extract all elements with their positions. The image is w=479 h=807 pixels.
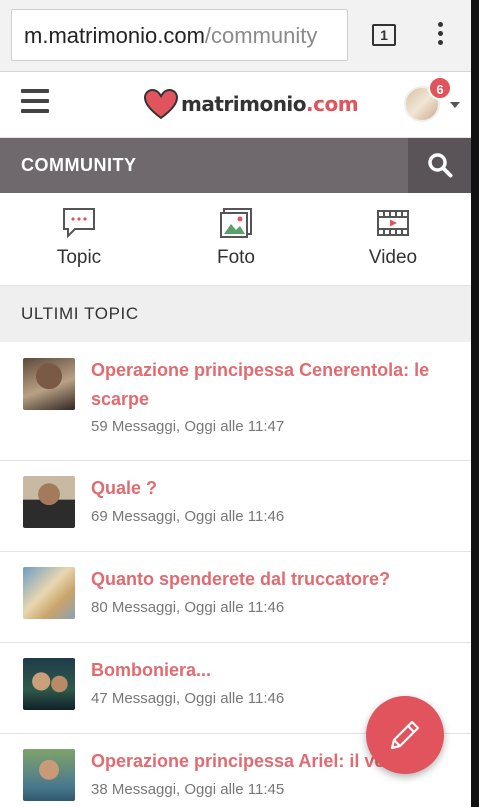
topic-title[interactable]: Bomboniera... — [91, 656, 431, 685]
search-icon — [428, 153, 453, 178]
tab-switcher-button[interactable]: 1 — [372, 24, 396, 46]
community-title: COMMUNITY — [21, 155, 137, 175]
chat-icon — [63, 208, 95, 239]
url-path: /community — [204, 23, 318, 48]
topic-author-avatar[interactable] — [23, 567, 75, 619]
topic-title[interactable]: Operazione principessa Cenerentola: le s… — [91, 356, 431, 414]
category-tabs: Topic Foto Video — [0, 193, 471, 286]
screen: m.matrimonio.com/community 1 matrimonio.… — [0, 0, 479, 807]
notification-badge: 6 — [428, 76, 452, 100]
topic-author-avatar[interactable] — [23, 358, 75, 410]
logo-tld: .com — [306, 92, 359, 116]
topic-meta: 80 Messaggi, Oggi alle 11:46 — [91, 599, 285, 616]
community-bar: COMMUNITY — [0, 138, 471, 193]
video-icon — [377, 210, 409, 236]
hamburger-menu-icon[interactable] — [21, 89, 49, 113]
topic-row[interactable]: Operazione principessa Cenerentola: le s… — [0, 342, 471, 461]
tab-video-label: Video — [368, 247, 418, 268]
new-topic-button[interactable] — [366, 696, 444, 774]
topic-author-avatar[interactable] — [23, 749, 75, 801]
logo-text: matrimonio — [181, 92, 307, 116]
chevron-down-icon[interactable] — [450, 102, 460, 108]
browser-toolbar: m.matrimonio.com/community 1 — [0, 0, 471, 72]
topic-meta: 69 Messaggi, Oggi alle 11:46 — [91, 508, 285, 525]
topic-author-avatar[interactable] — [23, 658, 75, 710]
site-logo[interactable]: matrimonio.com — [143, 84, 359, 124]
tab-topic-label: Topic — [56, 247, 102, 268]
tab-topic[interactable]: Topic — [19, 193, 139, 286]
photo-icon — [220, 208, 252, 238]
topic-meta: 38 Messaggi, Oggi alle 11:45 — [91, 781, 285, 798]
tab-video[interactable]: Video — [333, 193, 453, 286]
tab-foto[interactable]: Foto — [176, 193, 296, 286]
heart-logo-icon — [143, 88, 179, 120]
site-header: matrimonio.com 6 — [0, 72, 471, 138]
url-host: m.matrimonio.com — [24, 23, 205, 48]
topic-author-avatar[interactable] — [23, 476, 75, 528]
browser-menu-icon[interactable] — [430, 22, 450, 50]
topic-row[interactable]: Quanto spenderete dal truccatore? 80 Mes… — [0, 552, 471, 643]
tab-foto-label: Foto — [216, 247, 256, 268]
address-bar[interactable]: m.matrimonio.com/community — [11, 9, 348, 61]
topic-meta: 59 Messaggi, Oggi alle 11:47 — [91, 418, 285, 435]
topic-title[interactable]: Quale ? — [91, 474, 431, 503]
topic-title[interactable]: Quanto spenderete dal truccatore? — [91, 565, 431, 594]
search-button[interactable] — [408, 138, 471, 193]
pencil-icon — [390, 720, 420, 750]
section-title: ULTIMI TOPIC — [21, 304, 139, 323]
topic-meta: 47 Messaggi, Oggi alle 11:46 — [91, 690, 285, 707]
section-header: ULTIMI TOPIC — [0, 286, 471, 342]
user-menu[interactable]: 6 — [404, 76, 464, 126]
topic-row[interactable]: Quale ? 69 Messaggi, Oggi alle 11:46 — [0, 461, 471, 552]
